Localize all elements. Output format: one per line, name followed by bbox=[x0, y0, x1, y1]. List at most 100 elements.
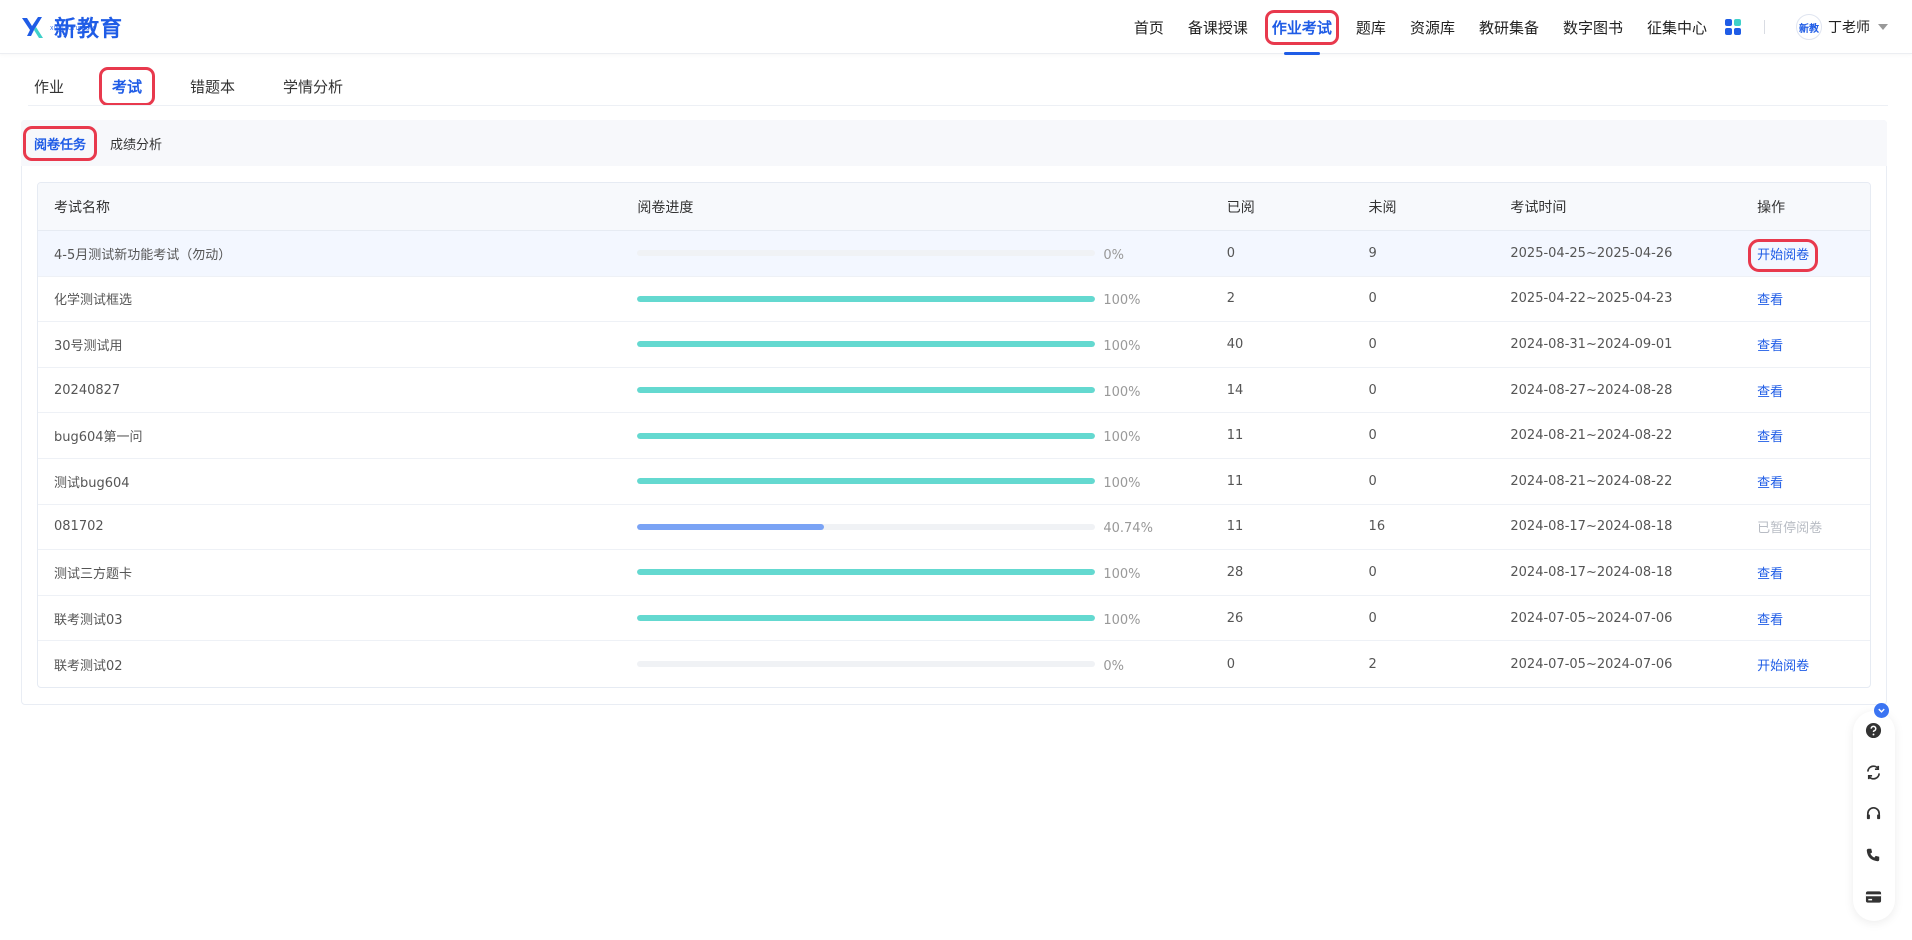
exam-time: 2025-04-22~2025-04-23 bbox=[1510, 291, 1673, 307]
exam-name: 20240827 bbox=[54, 382, 121, 398]
nav-item-question-bank[interactable]: 题库 bbox=[1356, 17, 1386, 38]
view-button[interactable]: 查看 bbox=[1757, 476, 1783, 491]
grading-progress: 100% bbox=[637, 426, 1226, 445]
primary-tabs: 作业 考试 错题本 学情分析 bbox=[28, 66, 385, 106]
unread-count: 0 bbox=[1368, 336, 1377, 352]
nav-item-resources[interactable]: 资源库 bbox=[1410, 17, 1455, 38]
table-row: 4-5月测试新功能考试（勿动） 0% 0 9 2025-04-25~2025-04-26… bbox=[38, 231, 1870, 277]
action-cell: 查看 bbox=[1757, 563, 1870, 582]
table-row: 化学测试框选 100% 2 0 2025-04-22~2025-04-23 查看 bbox=[38, 277, 1870, 323]
exam-time: 2024-07-05~2024-07-06 bbox=[1510, 610, 1673, 626]
view-button[interactable]: 查看 bbox=[1757, 430, 1783, 445]
view-button[interactable]: 查看 bbox=[1757, 567, 1783, 582]
progress-percent: 100% bbox=[1103, 566, 1141, 582]
table-row: 联考测试03 100% 26 0 2024-07-05~2024-07-06 查看 bbox=[38, 596, 1870, 642]
tab-exam[interactable]: 考试 bbox=[99, 66, 156, 106]
logo-subtext: XINJIAOYU.COM bbox=[50, 26, 96, 32]
grading-paused-label: 已暂停阅卷 bbox=[1757, 521, 1823, 537]
table-row: bug604第一问 100% 11 0 2024-08-21~2024-08-22 查看 bbox=[38, 413, 1870, 459]
exam-time: 2025-04-25~2025-04-26 bbox=[1510, 245, 1673, 261]
tab-learning-analysis[interactable]: 学情分析 bbox=[277, 74, 349, 99]
view-button[interactable]: 查看 bbox=[1757, 385, 1783, 400]
unread-count: 0 bbox=[1368, 382, 1377, 398]
table-header: 考试名称 阅卷进度 已阅 未阅 考试时间 操作 bbox=[38, 183, 1870, 231]
action-cell: 查看 bbox=[1757, 335, 1870, 354]
read-count: 0 bbox=[1226, 656, 1235, 672]
subtab-score-analysis[interactable]: 成绩分析 bbox=[106, 133, 166, 154]
subtab-grading-tasks[interactable]: 阅卷任务 bbox=[22, 125, 98, 161]
user-name: 丁老师 bbox=[1828, 20, 1870, 36]
grading-progress: 100% bbox=[637, 335, 1226, 354]
tab-homework[interactable]: 作业 bbox=[28, 74, 70, 99]
refresh-icon[interactable] bbox=[1863, 762, 1883, 782]
progress-bar bbox=[637, 250, 1096, 257]
view-button[interactable]: 查看 bbox=[1757, 339, 1783, 354]
exam-time: 2024-08-21~2024-08-22 bbox=[1510, 428, 1673, 444]
start-grading-button[interactable]: 开始阅卷 bbox=[1757, 659, 1809, 674]
view-button[interactable]: 查看 bbox=[1757, 613, 1783, 628]
exam-name: 4-5月测试新功能考试（勿动） bbox=[54, 247, 232, 263]
read-count: 40 bbox=[1226, 336, 1244, 352]
exam-name: 联考测试02 bbox=[54, 658, 123, 674]
action-cell: 开始阅卷 bbox=[1748, 238, 1870, 272]
action-cell: 已暂停阅卷 bbox=[1757, 517, 1870, 536]
column-header-progress: 阅卷进度 bbox=[637, 199, 694, 216]
main-nav: 首页 备课授课 作业考试 题库 资源库 教研集备 数字图书 征集中心 bbox=[1110, 0, 1707, 55]
table-row: 20240827 100% 14 0 2024-08-27~2024-08-28 查看 bbox=[38, 368, 1870, 414]
progress-bar-fill bbox=[637, 615, 1096, 622]
unread-count: 0 bbox=[1368, 610, 1377, 626]
read-count: 26 bbox=[1226, 610, 1244, 626]
nav-item-collection-center[interactable]: 征集中心 bbox=[1647, 17, 1707, 38]
nav-item-home[interactable]: 首页 bbox=[1134, 17, 1164, 38]
grading-progress: 100% bbox=[637, 381, 1226, 400]
progress-bar-fill bbox=[637, 295, 1096, 302]
nav-item-lesson-prep[interactable]: 备课授课 bbox=[1188, 17, 1248, 38]
nav-item-digital-books[interactable]: 数字图书 bbox=[1563, 17, 1623, 38]
action-cell: 查看 bbox=[1757, 609, 1870, 628]
column-header-exam-name: 考试名称 bbox=[54, 199, 110, 216]
progress-percent: 100% bbox=[1103, 338, 1141, 354]
read-count: 2 bbox=[1226, 291, 1235, 307]
exam-name: 测试三方题卡 bbox=[54, 566, 133, 582]
headset-icon[interactable] bbox=[1863, 803, 1883, 823]
exam-time: 2024-07-05~2024-07-06 bbox=[1510, 656, 1673, 672]
exam-name: 30号测试用 bbox=[54, 338, 123, 354]
start-grading-button[interactable]: 开始阅卷 bbox=[1748, 238, 1819, 272]
table-row: 联考测试02 0% 0 2 2024-07-05~2024-07-06 开始阅卷 bbox=[38, 641, 1870, 687]
exam-name: 联考测试03 bbox=[54, 612, 123, 628]
progress-bar-fill bbox=[637, 341, 1096, 348]
nav-item-research[interactable]: 教研集备 bbox=[1479, 17, 1539, 38]
phone-icon[interactable] bbox=[1863, 845, 1883, 865]
read-count: 14 bbox=[1226, 382, 1244, 398]
progress-percent: 40.74% bbox=[1103, 521, 1153, 537]
progress-bar-fill bbox=[637, 523, 824, 530]
progress-percent: 100% bbox=[1103, 430, 1141, 446]
view-button[interactable]: 查看 bbox=[1757, 293, 1783, 308]
collapse-chevron-icon[interactable] bbox=[1874, 703, 1889, 718]
exam-time: 2024-08-31~2024-09-01 bbox=[1510, 336, 1673, 352]
grading-progress: 100% bbox=[637, 472, 1226, 491]
help-icon[interactable] bbox=[1863, 720, 1883, 740]
grading-progress: 100% bbox=[637, 289, 1226, 308]
progress-percent: 100% bbox=[1103, 612, 1141, 628]
progress-bar bbox=[637, 341, 1096, 348]
exam-name: bug604第一问 bbox=[54, 430, 143, 446]
chevron-down-icon bbox=[1878, 24, 1888, 30]
tab-mistake-book[interactable]: 错题本 bbox=[184, 74, 241, 99]
grading-progress: 0% bbox=[637, 655, 1226, 674]
user-menu[interactable]: 新教 丁老师 bbox=[1796, 13, 1888, 41]
progress-bar-fill bbox=[637, 387, 1096, 394]
exam-time: 2024-08-27~2024-08-28 bbox=[1510, 382, 1673, 398]
grading-task-table: 考试名称 阅卷进度 已阅 未阅 考试时间 操作 4-5月测试新功能考试（勿动） 0… bbox=[37, 182, 1871, 688]
card-icon[interactable] bbox=[1863, 887, 1883, 907]
unread-count: 0 bbox=[1368, 564, 1377, 580]
read-count: 28 bbox=[1226, 564, 1244, 580]
apps-grid-icon[interactable] bbox=[1725, 19, 1741, 35]
avatar: 新教 bbox=[1796, 14, 1822, 40]
unread-count: 0 bbox=[1368, 473, 1377, 489]
progress-bar bbox=[637, 523, 1096, 530]
progress-percent: 100% bbox=[1103, 293, 1141, 309]
read-count: 11 bbox=[1226, 428, 1244, 444]
table-row: 测试bug604 100% 11 0 2024-08-21~2024-08-22 查看 bbox=[38, 459, 1870, 505]
nav-item-homework-exam[interactable]: 作业考试 bbox=[1264, 9, 1339, 55]
